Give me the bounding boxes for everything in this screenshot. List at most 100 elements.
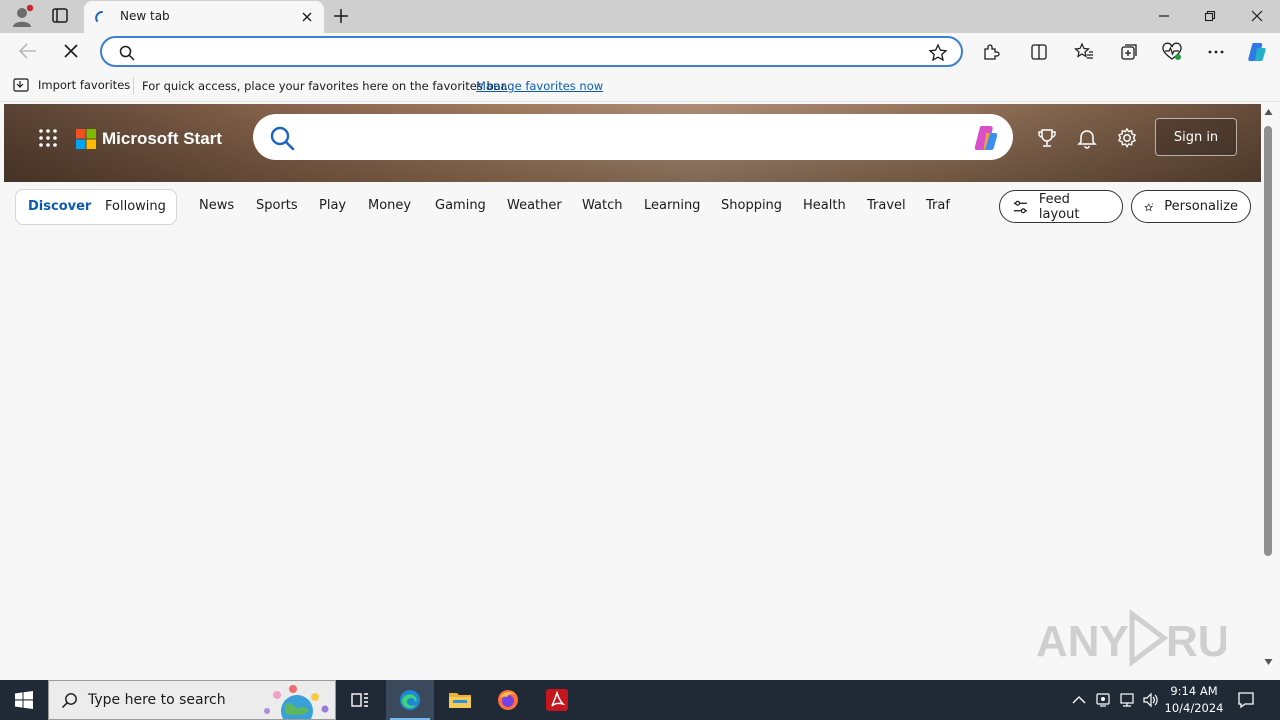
favorite-star-icon[interactable] [928,43,948,63]
nav-item-sports[interactable]: Sports [256,198,298,213]
gear-icon [1118,127,1136,148]
trophy-icon [1038,129,1056,147]
manage-favorites-link[interactable]: Manage favorites now [476,79,603,93]
microsoft-start-logo[interactable]: Microsoft Start [76,129,222,149]
new-tab-button[interactable] [331,6,351,26]
tab-actions-button[interactable] [48,5,72,27]
app-grid-icon [39,129,57,147]
scrollbar-thumb[interactable] [1264,126,1272,556]
show-hidden-icons-button[interactable] [1069,690,1089,710]
nav-item-gaming[interactable]: Gaming [435,198,486,213]
nav-item-news[interactable]: News [199,198,234,213]
favorites-bar-message: For quick access, place your favorites h… [142,79,509,93]
feed-tab-group: Discover Following [15,189,177,225]
tray-network[interactable] [1117,690,1137,710]
feed-layout-button[interactable]: Feed layout [999,190,1123,223]
favorites-button[interactable] [1072,40,1096,64]
split-screen-button[interactable] [1027,40,1051,64]
personalize-button[interactable]: Personalize [1131,190,1251,223]
taskbar-search-placeholder: Type here to search [88,692,226,708]
tab-strip: New tab [0,0,1280,33]
windows-taskbar: Type here to search 9:14 AM 10/4/2024 [0,680,1280,720]
tray-volume[interactable] [1141,690,1161,710]
taskbar-app-acrobat[interactable] [533,680,581,720]
taskbar-app-edge[interactable] [386,680,434,720]
more-dots-icon [1208,50,1224,54]
scroll-down-arrow-icon[interactable] [1264,658,1273,666]
tab-discover[interactable]: Discover [28,199,91,214]
tab-new-tab[interactable]: New tab [84,1,324,33]
page-settings-button[interactable] [1115,126,1139,150]
collections-button[interactable] [1117,40,1141,64]
search-highlight-illustration [264,685,329,719]
tray-device-icon [1096,693,1110,707]
microsoft-logo-icon [76,129,96,149]
favorites-bar: Import favorites For quick access, place… [0,70,1280,102]
nav-item-money[interactable]: Money [368,198,411,213]
nav-item-play[interactable]: Play [319,198,346,213]
new-tab-page: Microsoft Start Sign in Discover Followi… [4,104,1261,676]
network-icon [1120,693,1134,707]
sliders-icon [1013,200,1028,213]
close-window-button[interactable] [1234,0,1280,32]
edge-browser-icon [400,690,420,710]
profile-button[interactable] [8,4,36,28]
taskbar-app-file-explorer[interactable] [436,680,484,720]
notifications-button[interactable] [1075,126,1099,150]
restore-button[interactable] [1187,0,1233,32]
svg-text:ANY: ANY [1036,617,1129,666]
nav-item-learning[interactable]: Learning [644,198,700,213]
personalize-label: Personalize [1164,199,1238,214]
minimize-button[interactable] [1141,0,1187,32]
extensions-button[interactable] [979,40,1003,64]
action-center-button[interactable] [1236,690,1256,710]
nav-item-shopping[interactable]: Shopping [721,198,782,213]
feed-layout-label: Feed layout [1038,191,1080,222]
nav-item-traffic[interactable]: Traf [926,198,950,213]
settings-more-button[interactable] [1204,40,1228,64]
heartbeat-icon [1162,42,1182,60]
import-favorites-button[interactable]: Import favorites [12,77,130,93]
brand-name: Microsoft Start [102,129,222,148]
acrobat-pdf-icon [546,689,568,711]
nav-item-watch[interactable]: Watch [582,198,622,213]
loading-spinner-icon [95,11,103,22]
feed-navigation: Discover Following News Sports Play Mone… [4,182,1261,232]
copilot-button[interactable] [1245,40,1269,64]
page-scrollbar[interactable] [1261,104,1276,676]
chevron-up-icon [1072,696,1086,704]
import-icon [13,78,29,92]
nav-item-health[interactable]: Health [803,198,846,213]
favorites-divider [133,77,134,94]
taskbar-clock[interactable]: 9:14 AM 10/4/2024 [1162,683,1226,717]
search-icon [270,126,295,151]
back-button[interactable] [16,40,40,62]
tray-meet-now[interactable] [1093,690,1113,710]
stop-loading-button[interactable] [60,40,82,62]
tab-title: New tab [120,9,170,23]
sign-in-button[interactable]: Sign in [1155,118,1237,156]
copilot-icon [1248,43,1266,61]
web-search-input[interactable] [309,125,949,149]
close-tab-icon[interactable] [300,10,314,24]
address-bar[interactable] [100,36,963,67]
taskbar-search-box[interactable]: Type here to search [48,680,336,720]
favorites-list-icon [1074,42,1093,59]
browser-essentials-button[interactable] [1160,40,1184,64]
task-view-button[interactable] [336,680,384,720]
rewards-button[interactable] [1035,126,1059,150]
address-input[interactable] [142,41,902,63]
nav-item-travel[interactable]: Travel [867,198,906,213]
start-button[interactable] [0,680,48,720]
notification-icon [1238,692,1254,709]
taskbar-app-firefox[interactable] [484,680,532,720]
search-icon [61,693,77,709]
nav-item-weather[interactable]: Weather [507,198,562,213]
folder-icon [449,693,471,708]
app-launcher-button[interactable] [38,128,58,148]
copilot-icon[interactable] [971,123,1001,153]
tab-following[interactable]: Following [105,199,166,214]
web-search-box[interactable] [253,114,1013,160]
scroll-up-arrow-icon[interactable] [1264,108,1273,116]
anyrun-logo: ANY RUN [1036,609,1226,667]
